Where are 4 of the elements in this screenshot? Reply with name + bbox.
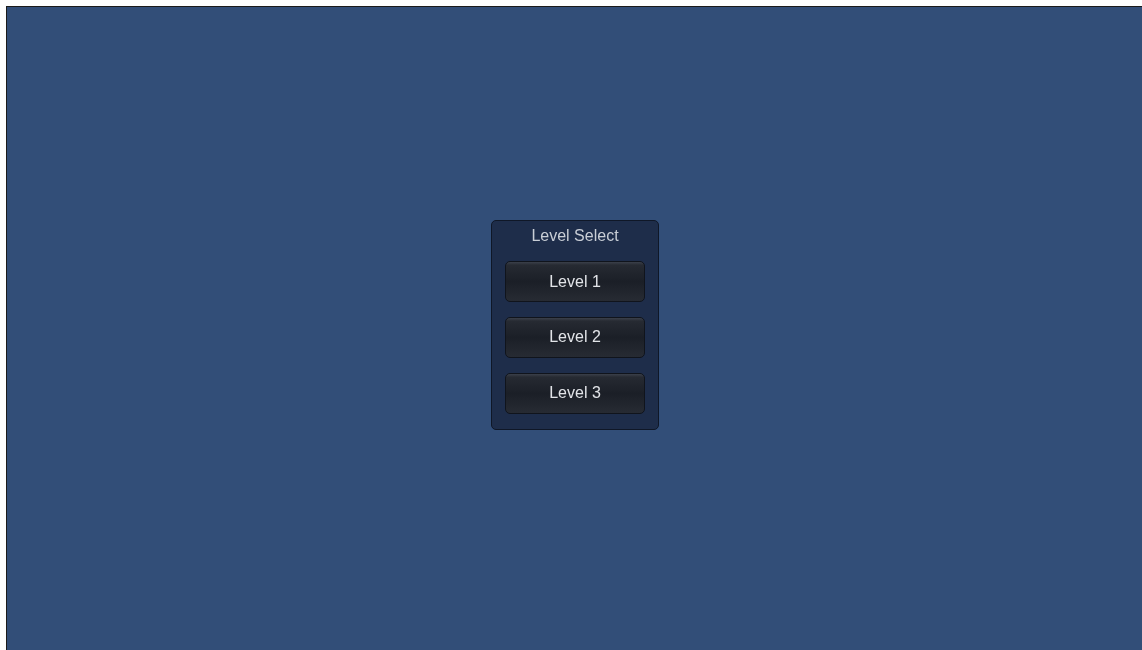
panel-title: Level Select <box>531 225 619 246</box>
level-button[interactable]: Level 1 <box>505 261 645 303</box>
level-button[interactable]: Level 2 <box>505 317 645 358</box>
level-button[interactable]: Level 3 <box>505 372 645 414</box>
